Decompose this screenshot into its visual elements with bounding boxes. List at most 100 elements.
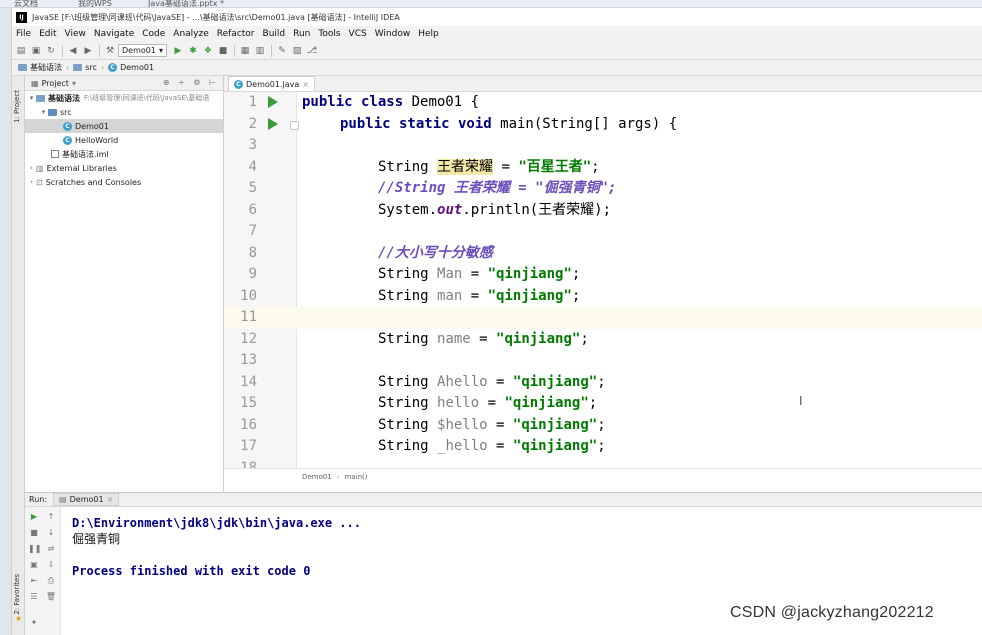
project-panel-title[interactable]: Project [42,79,69,88]
menu-edit[interactable]: Edit [35,29,60,39]
desktop-tab-0[interactable]: 云文档 [14,0,38,7]
nav-crumb-src[interactable]: src [73,63,97,72]
toolbar-divider [233,44,235,57]
close-icon[interactable]: × [107,495,114,504]
folder-icon [73,64,83,71]
menu-vcs[interactable]: VCS [345,29,371,39]
stop-icon[interactable]: ■ [28,527,40,539]
desktop-tab-2[interactable]: Java基础语法.pptx * [148,0,224,7]
class-icon: C [234,79,243,89]
chevron-right-icon[interactable]: › [27,178,36,186]
menu-navigate[interactable]: Navigate [90,29,138,39]
run-label: Run: [29,495,48,504]
menu-build[interactable]: Build [259,29,290,39]
menu-code[interactable]: Code [138,29,169,39]
code-token: String [378,158,438,175]
code-token: .println(王者荣耀); [462,201,612,218]
sync-icon[interactable]: ↻ [44,44,58,58]
code-area[interactable]: 1 public class Demo01 { 2 public static … [224,92,982,468]
run-tab-demo01[interactable]: ▤ Demo01 × [53,493,120,506]
menu-file[interactable]: File [12,29,35,39]
editor-tab-demo01[interactable]: C Demo01.java × [228,76,315,91]
nav-crumb-label: 基础语法 [30,63,62,72]
star-icon[interactable]: ★ [15,614,22,623]
nav-crumb-class[interactable]: C Demo01 [108,63,154,72]
nav-crumb-project[interactable]: 基础语法 [18,62,62,73]
chevron-down-icon[interactable]: ▾ [39,108,48,116]
stop-icon[interactable]: ■ [216,44,230,58]
tree-item-label: src [60,107,72,117]
menu-tools[interactable]: Tools [314,29,344,39]
scroll-down-icon[interactable]: ↓ [45,527,57,539]
run-config-select[interactable]: Demo01 ▾ [118,44,167,57]
run-gutter-icon[interactable] [268,96,278,108]
tree-item-helloworld[interactable]: C HelloWorld [25,133,223,147]
save-icon[interactable]: ▣ [29,44,43,58]
side-tab-favorites[interactable]: 2: Favorites [13,574,21,615]
close-icon[interactable]: × [302,80,309,89]
editor-breadcrumb-method[interactable]: main() [345,473,368,481]
tree-item-iml[interactable]: 基础语法.iml [25,147,223,161]
run-gutter-icon[interactable] [268,117,278,130]
desktop-tab-1[interactable]: 我的WPS [78,0,112,7]
code-line: 15 String hello = "qinjiang"; [224,393,982,415]
pin-icon[interactable]: ✦ [28,617,40,629]
menu-analyze[interactable]: Analyze [169,29,212,39]
chevron-down-icon[interactable]: ▾ [72,79,76,88]
scroll-up-icon[interactable]: ↑ [45,511,57,523]
text-cursor-icon: I [799,394,803,408]
exit-icon[interactable]: ⇤ [28,575,40,587]
project-panel-tools[interactable]: ⊕ ÷ ⚙ ⊢ [163,78,219,87]
tree-item-src[interactable]: ▾ src [25,105,223,119]
code-line: 18 [224,458,982,469]
scroll-end-icon[interactable]: ⇩ [45,559,57,571]
vcs-icon[interactable]: ⎇ [305,44,319,58]
menu-refactor[interactable]: Refactor [213,29,259,39]
chevron-right-icon: › [100,63,105,72]
chevron-down-icon[interactable]: ▾ [27,94,36,102]
folder-icon [18,64,27,71]
side-tab-project[interactable]: 1: Project [13,90,21,123]
code-text: String Ahello = "qinjiang"; [378,372,606,394]
settings-icon[interactable]: ✎ [275,44,289,58]
run-icon[interactable]: ▶ [171,44,185,58]
run-tab-label: Demo01 [69,495,104,504]
build-icon[interactable]: ⚒ [103,44,117,58]
code-token: main(String[] args) { [491,115,678,132]
tree-item-project-root[interactable]: ▾ 基础语法 F:\班级管理\同课班\代码\JavaSE\基础语 [25,91,223,105]
layout-icon[interactable]: ☰ [28,591,40,603]
coverage-icon[interactable]: ❖ [201,44,215,58]
menu-window[interactable]: Window [371,29,415,39]
soft-wrap-icon[interactable]: ⇌ [45,543,57,555]
editor-breadcrumb-class[interactable]: Demo01 [302,473,332,481]
project-structure-icon[interactable]: ▦ [238,44,252,58]
rerun-icon[interactable]: ▶ [28,511,40,523]
menu-help[interactable]: Help [414,29,443,39]
window-title: JavaSE [F:\班级管理\同课班\代码\JavaSE] - ...\基础语… [32,12,400,22]
print-icon[interactable]: ⎙ [45,575,57,587]
back-icon[interactable]: ◀ [66,44,80,58]
code-token: String [378,416,438,433]
code-token: "qinjiang" [504,395,589,411]
debug-icon[interactable]: ✱ [186,44,200,58]
tree-item-external-libraries[interactable]: › ▥ External Libraries [25,161,223,175]
menu-run[interactable]: Run [289,29,314,39]
tree-item-label: 基础语法 [48,93,80,103]
sdk-icon[interactable]: ▥ [253,44,267,58]
title-bar: IJ JavaSE [F:\班级管理\同课班\代码\JavaSE] - ...\… [12,8,982,26]
console-output[interactable]: D:\Environment\jdk8\jdk\bin\java.exe ...… [72,515,361,579]
trash-icon[interactable]: 🗑 [45,591,57,603]
camera-icon[interactable]: ▣ [28,559,40,571]
chevron-right-icon[interactable]: › [27,164,36,172]
code-text: public class Demo01 { [302,92,479,114]
menu-view[interactable]: View [61,29,90,39]
open-folder-icon[interactable]: ▤ [14,44,28,58]
pause-icon[interactable]: ❚❚ [28,543,41,555]
tree-item-scratches[interactable]: › ⊡ Scratches and Consoles [25,175,223,189]
tree-item-demo01[interactable]: C Demo01 [25,119,223,133]
toolbar-divider [270,44,272,57]
fold-icon[interactable] [290,120,299,130]
run-header: Run: ▤ Demo01 × [25,493,982,507]
forward-icon[interactable]: ▶ [81,44,95,58]
layout-icon[interactable]: ▧ [290,44,304,58]
